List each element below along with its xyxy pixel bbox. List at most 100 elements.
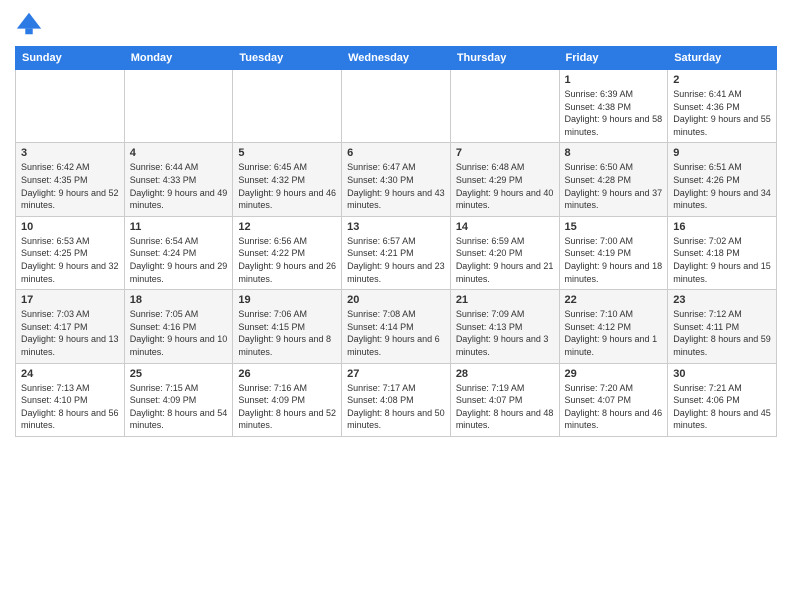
- calendar-week-row: 24 Sunrise: 7:13 AM Sunset: 4:10 PM Dayli…: [16, 363, 777, 436]
- day-info: Sunrise: 7:02 AM Sunset: 4:18 PM Dayligh…: [673, 235, 771, 285]
- day-info: Sunrise: 6:47 AM Sunset: 4:30 PM Dayligh…: [347, 161, 445, 211]
- day-number: 23: [673, 294, 771, 306]
- calendar-cell: 24 Sunrise: 7:13 AM Sunset: 4:10 PM Dayli…: [16, 363, 125, 436]
- calendar-week-row: 1Sunrise: 6:39 AM Sunset: 4:38 PM Daylig…: [16, 70, 777, 143]
- day-info: Sunrise: 6:42 AM Sunset: 4:35 PM Dayligh…: [21, 161, 119, 211]
- day-of-week-header: Wednesday: [342, 47, 451, 70]
- calendar-cell: 3Sunrise: 6:42 AM Sunset: 4:35 PM Daylig…: [16, 143, 125, 216]
- day-number: 19: [238, 294, 336, 306]
- day-number: 2: [673, 74, 771, 86]
- day-number: 1: [565, 74, 663, 86]
- day-number: 10: [21, 221, 119, 233]
- day-of-week-header: Sunday: [16, 47, 125, 70]
- calendar-cell: 20 Sunrise: 7:08 AM Sunset: 4:14 PM Dayli…: [342, 290, 451, 363]
- calendar-cell: 17 Sunrise: 7:03 AM Sunset: 4:17 PM Dayli…: [16, 290, 125, 363]
- day-number: 7: [456, 147, 554, 159]
- day-info: Sunrise: 6:54 AM Sunset: 4:24 PM Dayligh…: [130, 235, 228, 285]
- day-number: 12: [238, 221, 336, 233]
- day-of-week-header: Saturday: [668, 47, 777, 70]
- day-info: Sunrise: 6:45 AM Sunset: 4:32 PM Dayligh…: [238, 161, 336, 211]
- calendar-header: SundayMondayTuesdayWednesdayThursdayFrid…: [16, 47, 777, 70]
- calendar-cell: 18 Sunrise: 7:05 AM Sunset: 4:16 PM Dayli…: [124, 290, 233, 363]
- calendar-cell: 27 Sunrise: 7:17 AM Sunset: 4:08 PM Dayli…: [342, 363, 451, 436]
- day-number: 22: [565, 294, 663, 306]
- day-info: Sunrise: 7:17 AM Sunset: 4:08 PM Dayligh…: [347, 382, 445, 432]
- day-of-week-header: Thursday: [450, 47, 559, 70]
- day-number: 25: [130, 368, 228, 380]
- calendar-table: SundayMondayTuesdayWednesdayThursdayFrid…: [15, 46, 777, 437]
- day-number: 28: [456, 368, 554, 380]
- day-info: Sunrise: 7:13 AM Sunset: 4:10 PM Dayligh…: [21, 382, 119, 432]
- day-info: Sunrise: 6:48 AM Sunset: 4:29 PM Dayligh…: [456, 161, 554, 211]
- calendar-cell: [124, 70, 233, 143]
- day-info: Sunrise: 6:51 AM Sunset: 4:26 PM Dayligh…: [673, 161, 771, 211]
- day-header-row: SundayMondayTuesdayWednesdayThursdayFrid…: [16, 47, 777, 70]
- calendar-cell: 7 Sunrise: 6:48 AM Sunset: 4:29 PM Daylig…: [450, 143, 559, 216]
- calendar-cell: 26 Sunrise: 7:16 AM Sunset: 4:09 PM Dayli…: [233, 363, 342, 436]
- calendar-cell: 9 Sunrise: 6:51 AM Sunset: 4:26 PM Daylig…: [668, 143, 777, 216]
- calendar-cell: 14 Sunrise: 6:59 AM Sunset: 4:20 PM Dayli…: [450, 216, 559, 289]
- calendar-week-row: 3Sunrise: 6:42 AM Sunset: 4:35 PM Daylig…: [16, 143, 777, 216]
- day-number: 16: [673, 221, 771, 233]
- calendar-cell: 19 Sunrise: 7:06 AM Sunset: 4:15 PM Dayli…: [233, 290, 342, 363]
- calendar-cell: [233, 70, 342, 143]
- day-number: 5: [238, 147, 336, 159]
- day-info: Sunrise: 6:56 AM Sunset: 4:22 PM Dayligh…: [238, 235, 336, 285]
- day-number: 21: [456, 294, 554, 306]
- day-number: 20: [347, 294, 445, 306]
- day-info: Sunrise: 7:08 AM Sunset: 4:14 PM Dayligh…: [347, 308, 445, 358]
- day-info: Sunrise: 7:12 AM Sunset: 4:11 PM Dayligh…: [673, 308, 771, 358]
- day-number: 30: [673, 368, 771, 380]
- calendar-cell: 25 Sunrise: 7:15 AM Sunset: 4:09 PM Dayli…: [124, 363, 233, 436]
- day-of-week-header: Monday: [124, 47, 233, 70]
- logo-icon: [15, 10, 43, 38]
- calendar-cell: 30 Sunrise: 7:21 AM Sunset: 4:06 PM Dayli…: [668, 363, 777, 436]
- logo: [15, 10, 47, 38]
- day-info: Sunrise: 7:21 AM Sunset: 4:06 PM Dayligh…: [673, 382, 771, 432]
- day-number: 18: [130, 294, 228, 306]
- calendar-cell: 5 Sunrise: 6:45 AM Sunset: 4:32 PM Daylig…: [233, 143, 342, 216]
- day-info: Sunrise: 7:00 AM Sunset: 4:19 PM Dayligh…: [565, 235, 663, 285]
- calendar-cell: 11Sunrise: 6:54 AM Sunset: 4:24 PM Dayli…: [124, 216, 233, 289]
- day-number: 14: [456, 221, 554, 233]
- day-number: 24: [21, 368, 119, 380]
- day-number: 4: [130, 147, 228, 159]
- day-info: Sunrise: 7:10 AM Sunset: 4:12 PM Dayligh…: [565, 308, 663, 358]
- day-number: 13: [347, 221, 445, 233]
- calendar-cell: 16 Sunrise: 7:02 AM Sunset: 4:18 PM Dayli…: [668, 216, 777, 289]
- day-info: Sunrise: 7:06 AM Sunset: 4:15 PM Dayligh…: [238, 308, 336, 358]
- calendar-cell: 10Sunrise: 6:53 AM Sunset: 4:25 PM Dayli…: [16, 216, 125, 289]
- day-info: Sunrise: 7:19 AM Sunset: 4:07 PM Dayligh…: [456, 382, 554, 432]
- calendar-cell: 6Sunrise: 6:47 AM Sunset: 4:30 PM Daylig…: [342, 143, 451, 216]
- day-info: Sunrise: 6:50 AM Sunset: 4:28 PM Dayligh…: [565, 161, 663, 211]
- day-of-week-header: Friday: [559, 47, 668, 70]
- day-info: Sunrise: 6:59 AM Sunset: 4:20 PM Dayligh…: [456, 235, 554, 285]
- calendar-body: 1Sunrise: 6:39 AM Sunset: 4:38 PM Daylig…: [16, 70, 777, 437]
- calendar-cell: 12 Sunrise: 6:56 AM Sunset: 4:22 PM Dayli…: [233, 216, 342, 289]
- day-number: 26: [238, 368, 336, 380]
- calendar-cell: 21Sunrise: 7:09 AM Sunset: 4:13 PM Dayli…: [450, 290, 559, 363]
- day-number: 29: [565, 368, 663, 380]
- calendar-cell: 4 Sunrise: 6:44 AM Sunset: 4:33 PM Daylig…: [124, 143, 233, 216]
- day-info: Sunrise: 7:15 AM Sunset: 4:09 PM Dayligh…: [130, 382, 228, 432]
- day-info: Sunrise: 7:03 AM Sunset: 4:17 PM Dayligh…: [21, 308, 119, 358]
- day-number: 9: [673, 147, 771, 159]
- calendar-cell: [450, 70, 559, 143]
- calendar-cell: 2 Sunrise: 6:41 AM Sunset: 4:36 PM Daylig…: [668, 70, 777, 143]
- day-info: Sunrise: 6:57 AM Sunset: 4:21 PM Dayligh…: [347, 235, 445, 285]
- day-info: Sunrise: 7:05 AM Sunset: 4:16 PM Dayligh…: [130, 308, 228, 358]
- day-info: Sunrise: 7:16 AM Sunset: 4:09 PM Dayligh…: [238, 382, 336, 432]
- day-of-week-header: Tuesday: [233, 47, 342, 70]
- day-info: Sunrise: 7:20 AM Sunset: 4:07 PM Dayligh…: [565, 382, 663, 432]
- calendar-cell: [342, 70, 451, 143]
- calendar-week-row: 10Sunrise: 6:53 AM Sunset: 4:25 PM Dayli…: [16, 216, 777, 289]
- day-number: 17: [21, 294, 119, 306]
- calendar-cell: [16, 70, 125, 143]
- day-info: Sunrise: 6:44 AM Sunset: 4:33 PM Dayligh…: [130, 161, 228, 211]
- day-info: Sunrise: 6:41 AM Sunset: 4:36 PM Dayligh…: [673, 88, 771, 138]
- page-header: [15, 10, 777, 38]
- calendar-cell: 13 Sunrise: 6:57 AM Sunset: 4:21 PM Dayli…: [342, 216, 451, 289]
- calendar-cell: 15Sunrise: 7:00 AM Sunset: 4:19 PM Dayli…: [559, 216, 668, 289]
- day-number: 27: [347, 368, 445, 380]
- day-number: 8: [565, 147, 663, 159]
